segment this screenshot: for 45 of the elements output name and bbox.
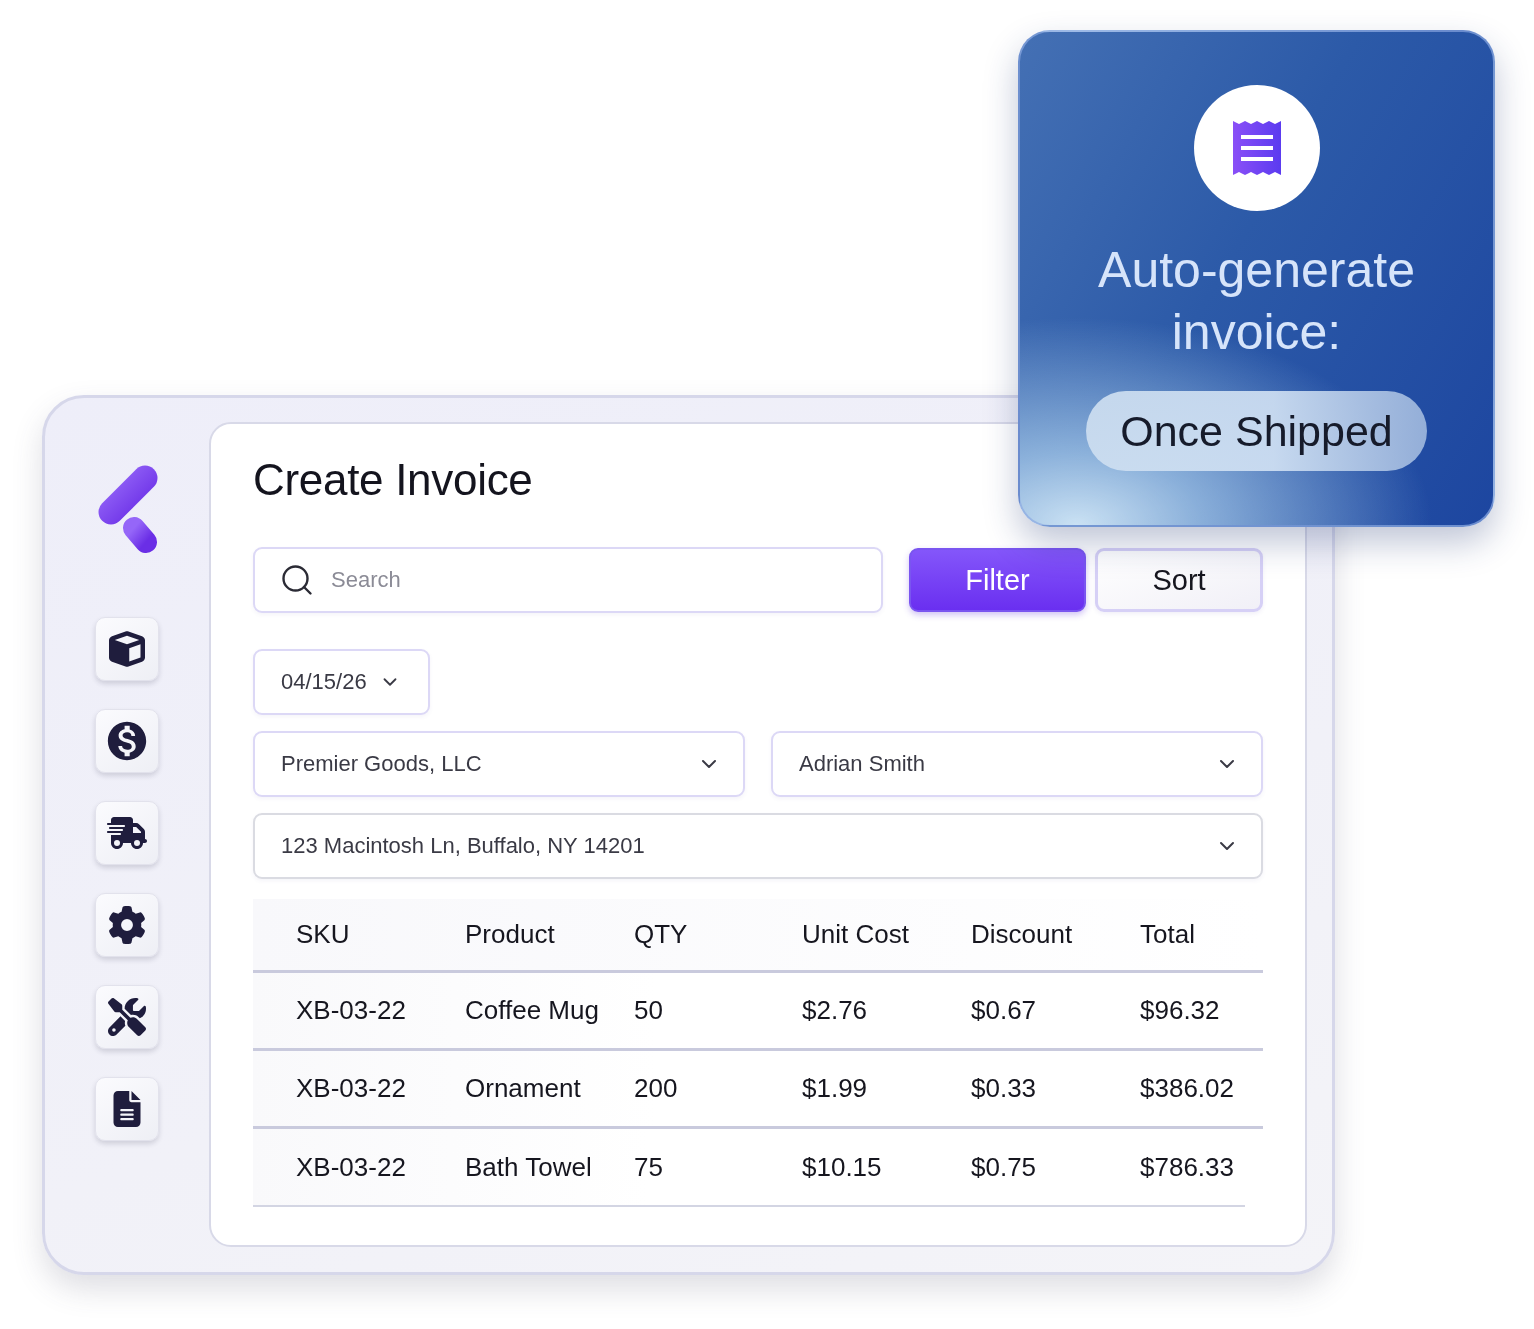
table-cell: $386.02 bbox=[1140, 1073, 1234, 1104]
sidebar-button[interactable] bbox=[95, 801, 159, 865]
settings-icon bbox=[108, 906, 146, 944]
filter-button[interactable]: Filter bbox=[909, 548, 1086, 612]
page-title: Create Invoice bbox=[253, 454, 533, 506]
table-cell: $0.33 bbox=[971, 1073, 1037, 1104]
table-cell: XB-03-22 bbox=[296, 1073, 406, 1104]
table-cell: $2.76 bbox=[802, 995, 868, 1026]
search-icon bbox=[279, 562, 315, 598]
dropdown-field[interactable]: Premier Goods, LLC bbox=[253, 731, 745, 797]
table-cell: Coffee Mug bbox=[465, 995, 599, 1026]
address-dropdown[interactable]: 123 Macintosh Ln, Buffalo, NY 14201 bbox=[253, 813, 1263, 879]
receipt-icon bbox=[1193, 85, 1320, 211]
table-cell: XB-03-22 bbox=[296, 1151, 406, 1183]
column-header: Discount bbox=[971, 919, 1073, 950]
sidebar-button[interactable] bbox=[95, 709, 159, 773]
table-cell: Bath Towel bbox=[465, 1151, 592, 1183]
table-cell: $10.15 bbox=[802, 1151, 882, 1183]
table-cell: $786.33 bbox=[1140, 1151, 1234, 1183]
column-header: QTY bbox=[634, 919, 688, 950]
sort-button[interactable]: Sort bbox=[1095, 548, 1263, 612]
cube-icon bbox=[109, 631, 145, 667]
column-header: Unit Cost bbox=[802, 919, 909, 950]
tools-icon bbox=[108, 998, 146, 1036]
column-header: Product bbox=[465, 919, 555, 950]
sidebar-button[interactable] bbox=[95, 893, 159, 957]
table-cell: XB-03-22 bbox=[296, 995, 406, 1026]
table-cell: $96.32 bbox=[1140, 995, 1220, 1026]
table-cell: Ornament bbox=[465, 1073, 581, 1104]
dropdown-field[interactable]: Adrian Smith bbox=[771, 731, 1263, 797]
sidebar-button[interactable] bbox=[95, 617, 159, 681]
table-cell: 200 bbox=[634, 1073, 678, 1104]
card-title: Auto-generate invoice: bbox=[1097, 241, 1416, 362]
table-cell: 50 bbox=[634, 995, 663, 1026]
sidebar-button[interactable] bbox=[95, 985, 159, 1049]
date-dropdown[interactable]: 04/15/26 bbox=[253, 649, 430, 715]
search-field[interactable]: Search bbox=[253, 547, 883, 613]
status-pill: Once Shipped bbox=[1086, 391, 1427, 471]
column-header: SKU bbox=[296, 919, 350, 950]
table-cell: $0.67 bbox=[971, 995, 1037, 1026]
table-cell: $0.75 bbox=[971, 1151, 1037, 1183]
table-cell: 75 bbox=[634, 1151, 663, 1183]
table-cell: $1.99 bbox=[802, 1073, 868, 1104]
column-header: Total bbox=[1140, 919, 1195, 950]
sidebar-button[interactable] bbox=[95, 1077, 159, 1141]
